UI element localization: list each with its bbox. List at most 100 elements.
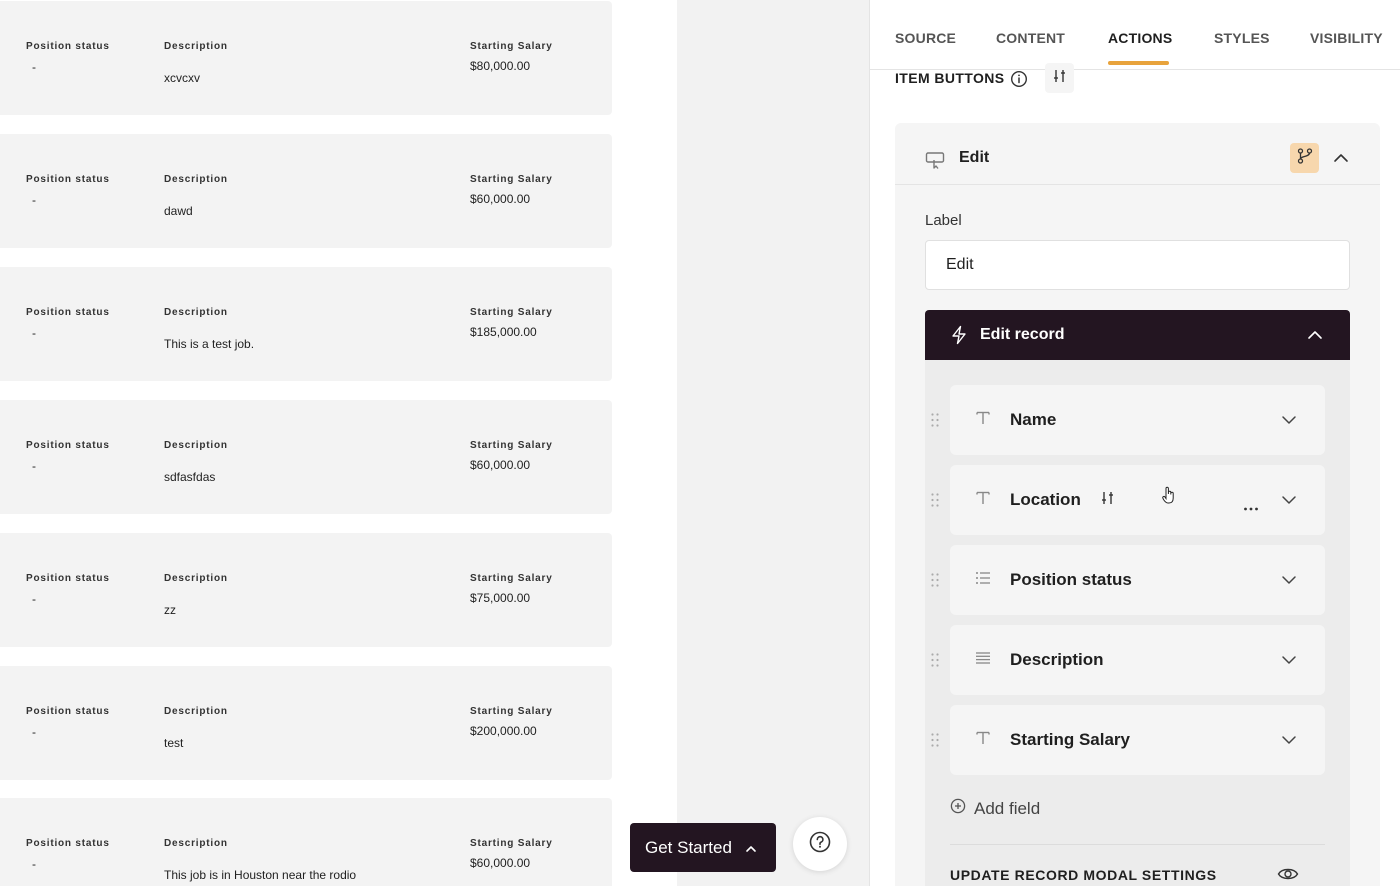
sliders-icon — [1052, 68, 1068, 89]
drag-handle-icon[interactable] — [930, 492, 940, 513]
position-status-value: - — [32, 857, 36, 871]
field-name: Description — [1010, 650, 1104, 669]
tab-actions[interactable]: ACTIONS — [1108, 30, 1172, 46]
eye-icon[interactable] — [1277, 865, 1299, 886]
info-icon[interactable] — [1010, 70, 1028, 93]
chevron-down-icon[interactable] — [1280, 411, 1298, 434]
field-row[interactable]: Starting Salary — [950, 705, 1325, 775]
position-status-value: - — [32, 60, 36, 74]
description-value: sdfasfdas — [164, 470, 216, 484]
button-cursor-icon — [925, 151, 945, 174]
drag-handle-icon[interactable] — [930, 412, 940, 433]
divider — [950, 844, 1325, 845]
add-field-label: Add field — [974, 798, 1041, 818]
chevron-up-icon[interactable] — [1332, 149, 1350, 172]
description-label: Description — [164, 706, 228, 717]
tab-source[interactable]: SOURCE — [895, 30, 956, 46]
branch-icon — [1296, 147, 1314, 170]
question-circle-icon — [808, 830, 832, 859]
starting-salary-label: Starting Salary — [470, 706, 553, 717]
description-label: Description — [164, 838, 228, 849]
tab-content[interactable]: CONTENT — [996, 30, 1065, 46]
description-label: Description — [164, 440, 228, 451]
position-status-value: - — [32, 725, 36, 739]
starting-salary-value: $75,000.00 — [470, 591, 531, 605]
position-status-value: - — [32, 459, 36, 473]
item-buttons-settings-button[interactable] — [1045, 63, 1074, 93]
active-tab-indicator — [1108, 61, 1169, 65]
position-status-label: Position status — [26, 307, 110, 318]
drag-handle-icon[interactable] — [930, 732, 940, 753]
edit-record-action-header[interactable]: Edit record — [925, 310, 1350, 360]
list-type-icon — [975, 570, 991, 591]
drag-handle-icon[interactable] — [930, 572, 940, 593]
item-buttons-title: ITEM BUTTONS — [895, 70, 1005, 86]
canvas-gutter — [677, 0, 869, 886]
description-value: zz — [164, 603, 176, 617]
add-field-button[interactable]: Add field — [950, 798, 1040, 819]
record-card[interactable]: Position status - Description This job is i… — [0, 798, 612, 886]
starting-salary-value: $185,000.00 — [470, 325, 537, 339]
record-card[interactable]: Position status - Description xcvcxv Startin… — [0, 1, 612, 115]
edit-button-header[interactable]: Edit — [895, 123, 1380, 185]
chevron-down-icon[interactable] — [1280, 651, 1298, 674]
field-row[interactable]: Description — [950, 625, 1325, 695]
starting-salary-label: Starting Salary — [470, 41, 553, 52]
chevron-up-icon[interactable] — [1306, 326, 1324, 349]
starting-salary-label: Starting Salary — [470, 307, 553, 318]
record-card[interactable]: Position status - Description sdfasfdas Star… — [0, 400, 612, 514]
text-type-icon — [975, 410, 991, 431]
description-value: xcvcxv — [164, 71, 200, 85]
preview-canvas: Position status - Description xcvcxv Startin… — [0, 0, 677, 886]
starting-salary-value: $60,000.00 — [470, 856, 531, 870]
action-title: Edit record — [980, 326, 1065, 343]
field-row[interactable]: Position status — [950, 545, 1325, 615]
field-name: Name — [1010, 410, 1057, 429]
position-status-label: Position status — [26, 41, 110, 52]
position-status-label: Position status — [26, 838, 110, 849]
chevron-down-icon[interactable] — [1280, 731, 1298, 754]
description-value: This job is in Houston near the rodio — [164, 868, 357, 882]
sliders-icon[interactable] — [1100, 490, 1116, 511]
chevron-down-icon[interactable] — [1280, 491, 1298, 514]
edit-button-title: Edit — [959, 149, 990, 166]
label-field-title: Label — [925, 212, 962, 229]
help-button[interactable] — [793, 817, 847, 871]
field-name: Position status — [1010, 570, 1132, 589]
starting-salary-value: $80,000.00 — [470, 59, 531, 73]
position-status-value: - — [32, 193, 36, 207]
position-status-value: - — [32, 592, 36, 606]
starting-salary-value: $60,000.00 — [470, 458, 531, 472]
modal-settings-title: UPDATE RECORD MODAL SETTINGS — [950, 867, 1217, 883]
paragraph-type-icon — [975, 650, 991, 671]
text-type-icon — [975, 730, 991, 751]
get-started-button[interactable]: Get Started — [630, 823, 776, 872]
field-name: Starting Salary — [1010, 730, 1130, 749]
field-row[interactable]: Location — [950, 465, 1325, 535]
label-input[interactable] — [925, 240, 1350, 290]
hand-cursor-icon — [1162, 486, 1176, 509]
drag-handle-icon[interactable] — [930, 652, 940, 673]
position-status-label: Position status — [26, 440, 110, 451]
record-card[interactable]: Position status - Description dawd Starting … — [0, 134, 612, 248]
description-label: Description — [164, 41, 228, 52]
chevron-up-icon — [744, 841, 758, 855]
record-card[interactable]: Position status - Description This is a tes… — [0, 267, 612, 381]
position-status-label: Position status — [26, 174, 110, 185]
more-options-icon[interactable] — [1243, 498, 1259, 516]
starting-salary-value: $200,000.00 — [470, 724, 537, 738]
tab-styles[interactable]: STYLES — [1214, 30, 1270, 46]
tab-visibility[interactable]: VISIBILITY — [1310, 30, 1383, 46]
starting-salary-label: Starting Salary — [470, 174, 553, 185]
record-card[interactable]: Position status - Description test Starting … — [0, 666, 612, 780]
field-row[interactable]: Name — [950, 385, 1325, 455]
position-status-value: - — [32, 326, 36, 340]
record-card[interactable]: Position status - Description zz Starting Sa… — [0, 533, 612, 647]
chevron-down-icon[interactable] — [1280, 571, 1298, 594]
fields-list: Name Location Position status Description St… — [925, 360, 1350, 886]
settings-panel: SOURCE CONTENT ACTIONS STYLES VISIBILITY… — [870, 0, 1400, 886]
description-label: Description — [164, 174, 228, 185]
conditional-button[interactable] — [1290, 143, 1319, 173]
description-label: Description — [164, 573, 228, 584]
description-value: This is a test job. — [164, 337, 255, 351]
